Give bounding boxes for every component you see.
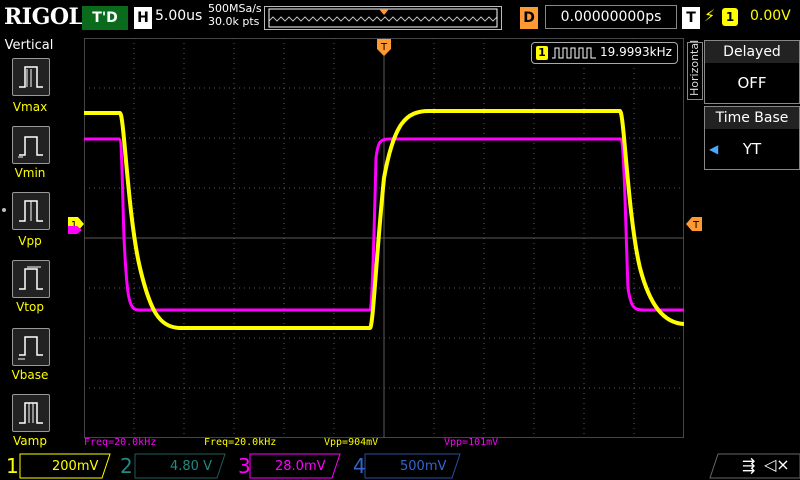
grid-lines xyxy=(84,38,684,438)
usb-icon: ⇶ xyxy=(742,456,756,475)
measurement-ch1-vpp: Vpp=904mV xyxy=(324,437,379,448)
vamp-icon xyxy=(19,402,43,424)
vtop-label: Vtop xyxy=(16,300,44,314)
vbase-label: Vbase xyxy=(11,368,49,382)
selection-dot xyxy=(2,208,6,212)
ch3-offset-marker[interactable] xyxy=(68,226,82,234)
timebase-menu-item[interactable]: Time Base ◀ YT xyxy=(704,106,800,170)
brand-logo: RIGOL xyxy=(4,4,84,30)
svg-text:T: T xyxy=(380,42,388,53)
measurement-ch3-vpp: Vpp=101mV xyxy=(444,437,499,448)
select-arrow-icon: ◀ xyxy=(709,142,719,156)
ch3-scale[interactable]: 28.0mV xyxy=(275,459,326,474)
horizontal-label: H xyxy=(134,7,152,29)
vtop-icon xyxy=(19,266,43,290)
trigger-level-marker[interactable]: T xyxy=(686,217,702,231)
timebase-mode-text: YT xyxy=(742,140,762,158)
vmax-button[interactable] xyxy=(12,58,50,96)
speaker-muted-icon[interactable]: ◁× xyxy=(764,455,790,474)
vpp-label: Vpp xyxy=(18,234,42,248)
ch3-number[interactable]: 3 xyxy=(238,454,251,478)
trigger-label: T xyxy=(682,7,700,29)
trigger-position-marker[interactable]: T xyxy=(377,39,391,57)
sample-info: 500MSa/s 30.0k pts xyxy=(208,2,262,28)
vbase-icon xyxy=(18,336,43,360)
ch2-scale[interactable]: 4.80 V xyxy=(170,459,212,474)
trigger-edge-icon: ⚡ xyxy=(704,6,716,25)
timebase-value[interactable]: 5.00us xyxy=(155,8,202,24)
vtop-button[interactable] xyxy=(12,260,50,298)
square-wave-icon xyxy=(552,47,596,59)
ch1-scale[interactable]: 200mV xyxy=(52,459,98,474)
sample-rate: 500MSa/s xyxy=(208,2,262,15)
delayed-title: Delayed xyxy=(705,41,799,63)
frequency-counter: 1 19.9993kHz xyxy=(531,42,678,64)
memory-waveform-icon xyxy=(268,8,498,28)
vmax-icon xyxy=(19,66,43,88)
ch4-number[interactable]: 4 xyxy=(353,454,366,478)
vbase-button[interactable] xyxy=(12,328,50,366)
trigger-source-badge[interactable]: 1 xyxy=(722,8,738,26)
run-status-badge[interactable]: T'D xyxy=(82,6,128,30)
vpp-icon xyxy=(19,200,43,222)
ch1-number[interactable]: 1 xyxy=(6,454,19,478)
horizontal-menu-title: Horizontal xyxy=(688,39,701,96)
waveform-grid[interactable] xyxy=(84,38,684,438)
vmin-label: Vmin xyxy=(14,166,46,180)
vamp-label: Vamp xyxy=(13,434,47,448)
measurement-ch3-freq: Freq=20.0kHz xyxy=(84,437,157,448)
vmax-label: Vmax xyxy=(12,100,48,114)
timebase-title: Time Base xyxy=(705,107,799,129)
memory-overview-bar[interactable] xyxy=(264,6,502,30)
vmin-button[interactable] xyxy=(12,126,50,164)
vmin-icon xyxy=(18,136,43,158)
vertical-menu-title: Vertical xyxy=(4,38,54,53)
delayed-menu-item[interactable]: Delayed OFF xyxy=(704,40,800,104)
frequency-channel-badge: 1 xyxy=(536,46,548,60)
trigger-level[interactable]: 0.00V xyxy=(750,8,791,24)
ch4-scale[interactable]: 500mV xyxy=(400,459,446,474)
ch2-number[interactable]: 2 xyxy=(120,454,133,478)
delay-value[interactable]: 0.00000000ps xyxy=(545,5,677,29)
vamp-button[interactable] xyxy=(12,394,50,432)
frequency-value: 19.9993kHz xyxy=(600,45,672,59)
delay-label: D xyxy=(520,7,538,29)
timebase-mode-value: ◀ YT xyxy=(705,129,799,169)
vpp-button[interactable] xyxy=(12,192,50,230)
measurement-ch1-freq: Freq=20.0kHz xyxy=(204,437,277,448)
delayed-value: OFF xyxy=(737,74,767,92)
memory-points: 30.0k pts xyxy=(208,15,260,28)
svg-text:T: T xyxy=(692,220,700,231)
